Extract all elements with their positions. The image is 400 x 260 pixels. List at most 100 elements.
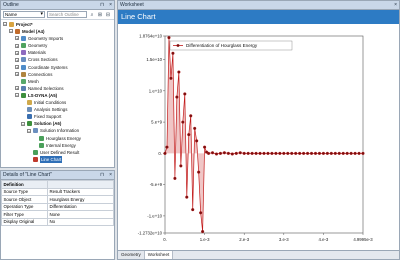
data-point: [163, 151, 167, 155]
tree-item-label: User Defined Result: [40, 149, 80, 155]
data-point: [197, 170, 201, 174]
tree-node-icon: [21, 92, 26, 98]
tree-item[interactable]: + Geometry: [1, 42, 114, 49]
tree-item[interactable]: − Model (A4): [1, 28, 114, 35]
details-row[interactable]: Filter Type None: [1, 210, 114, 219]
x-tick-label: 4.9995e-3: [353, 237, 373, 242]
data-point: [302, 151, 306, 155]
tree-item[interactable]: − Project*: [1, 21, 114, 28]
pin-icon[interactable]: ⊓: [100, 171, 104, 180]
data-point: [165, 145, 169, 149]
expand-all-icon[interactable]: ⊞: [97, 12, 103, 18]
tree-item[interactable]: − LS-DYNA (A5): [1, 92, 114, 99]
y-tick-label: -5.e+9: [150, 182, 163, 187]
tree-item-label: Geometry: [28, 43, 48, 49]
tab-geometry[interactable]: Geometry: [118, 251, 145, 259]
collapse-icon[interactable]: −: [9, 29, 13, 34]
tree-item[interactable]: Mesh: [1, 78, 114, 85]
tree-item[interactable]: Internal Energy: [1, 142, 114, 149]
expand-icon[interactable]: +: [15, 86, 19, 91]
pin-icon[interactable]: ⊓: [100, 1, 104, 10]
data-point: [337, 151, 341, 155]
tree-item[interactable]: Initial Conditions: [1, 99, 114, 106]
collapse-icon[interactable]: −: [21, 121, 25, 126]
worksheet-title-bar: Worksheet ×: [118, 1, 399, 10]
y-tick-label: 1.8764e+10: [139, 34, 162, 39]
data-point: [357, 151, 361, 155]
data-point: [238, 151, 242, 155]
search-outline-input[interactable]: Search Outline: [47, 11, 87, 18]
y-tick-label: -1.e+10: [147, 213, 162, 218]
search-icon[interactable]: ⌕: [89, 12, 95, 18]
data-point: [250, 151, 254, 155]
details-value[interactable]: No: [47, 217, 114, 226]
x-tick-label: 1.e-3: [200, 237, 210, 242]
collapse-icon[interactable]: −: [3, 22, 7, 27]
close-icon[interactable]: ×: [109, 171, 112, 180]
details-row[interactable]: Source Type Result Trackers: [1, 187, 114, 196]
details-row[interactable]: Operation Type Differentiation: [1, 202, 114, 211]
data-point: [313, 151, 318, 155]
tree-item-label: Analysis Settings: [34, 107, 68, 113]
details-row[interactable]: Display Original No: [1, 217, 114, 226]
collapse-icon[interactable]: −: [15, 93, 19, 98]
data-point: [254, 151, 258, 155]
data-point: [191, 208, 195, 212]
tree-item-label: Hourglass Energy: [46, 135, 81, 141]
tree-item[interactable]: User Defined Result: [1, 149, 114, 156]
data-point: [226, 151, 230, 155]
data-point: [286, 151, 290, 155]
expand-icon[interactable]: +: [15, 64, 19, 69]
tree-item-label: Coordinate Systems: [28, 64, 68, 70]
outline-title-bar: Outline ⊓ ×: [1, 1, 114, 10]
tree-item-label: Mesh: [28, 78, 39, 84]
legend-marker: [176, 44, 180, 47]
tree-item[interactable]: Line Chart: [1, 155, 114, 163]
close-icon[interactable]: ×: [394, 1, 397, 10]
tree-node-icon: [21, 36, 26, 42]
data-point: [234, 151, 238, 155]
expand-icon[interactable]: +: [15, 36, 19, 41]
tree-item[interactable]: + Materials: [1, 49, 114, 56]
line-chart: 1.8764e+10 1.5e+10 1.e+10 5.e+9 0. -5.e+9 -1.e…: [138, 34, 374, 243]
tree-item[interactable]: + Named Selections: [1, 85, 114, 92]
details-panel: Details of "Line Chart" ⊓ × Definition So…: [0, 170, 115, 260]
tree-item[interactable]: Analysis Settings: [1, 106, 114, 113]
details-value[interactable]: None: [47, 210, 114, 219]
tree-item[interactable]: + Geometry Imports: [1, 35, 114, 42]
details-row[interactable]: Source Object Hourglass Energy: [1, 195, 114, 204]
name-filter-select[interactable]: Name: [3, 11, 45, 18]
tree-item[interactable]: − Solution (A6): [1, 120, 114, 127]
collapse-all-icon[interactable]: ⊟: [105, 12, 111, 18]
data-point: [333, 151, 337, 155]
details-value[interactable]: Hourglass Energy: [47, 195, 114, 204]
expand-icon[interactable]: +: [15, 50, 19, 55]
expand-icon[interactable]: +: [15, 71, 19, 76]
data-point: [169, 76, 173, 80]
data-point: [353, 151, 357, 155]
tree-item-label: Connections: [28, 71, 53, 77]
tree-item[interactable]: + Connections: [1, 71, 114, 78]
outline-toolbar: Name Search Outline ⌕ ⊞ ⊟: [1, 10, 114, 20]
app-root: Outline ⊓ × Name Search Outline ⌕ ⊞ ⊟ −P…: [0, 0, 400, 260]
expand-icon[interactable]: +: [15, 57, 19, 62]
expand-icon[interactable]: +: [15, 43, 19, 48]
collapse-icon[interactable]: −: [27, 128, 31, 133]
tree-item-label: Line Chart: [40, 155, 63, 163]
tree-item[interactable]: Hourglass Energy: [1, 135, 114, 142]
data-point: [173, 176, 177, 180]
tree-item[interactable]: + Coordinate Systems: [1, 64, 114, 71]
chart-header: Line Chart: [118, 10, 399, 24]
tree-item[interactable]: − Solution Information: [1, 127, 114, 134]
details-value[interactable]: Result Trackers: [47, 187, 114, 196]
details-row[interactable]: Definition: [1, 180, 114, 189]
close-icon[interactable]: ×: [109, 1, 112, 10]
tree-node-icon: [27, 107, 32, 113]
tree-item[interactable]: Fixed Support: [1, 113, 114, 120]
tree-item-label: Named Selections: [28, 85, 64, 91]
details-value[interactable]: Differentiation: [47, 202, 114, 211]
data-point: [242, 151, 246, 155]
tab-worksheet[interactable]: Worksheet: [144, 251, 174, 259]
tree-item[interactable]: + Cross Sections: [1, 56, 114, 63]
details-value[interactable]: [47, 180, 114, 189]
